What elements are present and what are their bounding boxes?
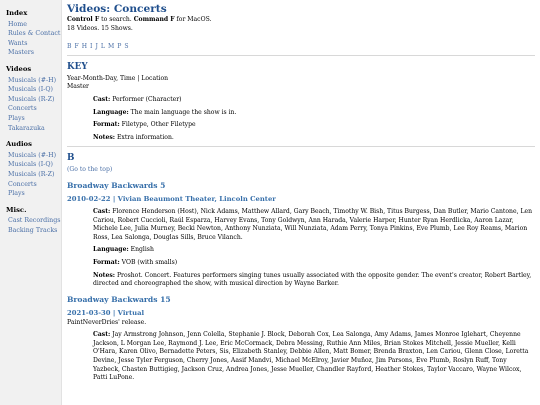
sidebar-heading-audios: Audios — [6, 140, 32, 149]
key-language-label: Language: — [93, 108, 129, 116]
search-hint-text-1: to search. — [99, 16, 134, 23]
key-cast: Cast: Performer (Character) — [93, 96, 535, 105]
alpha-link-p[interactable]: P — [117, 43, 121, 50]
key-cast-value: Performer (Character) — [110, 95, 182, 103]
alpha-link-h[interactable]: H — [82, 43, 87, 50]
entry-cast-label: Cast: — [93, 207, 111, 215]
entry-format-label: Format: — [93, 258, 120, 266]
sidebar-item-cast-recordings[interactable]: Cast Recordings — [6, 216, 61, 226]
sidebar-item-video-musicals-r-z[interactable]: Musicals (R-Z) — [6, 95, 61, 105]
entry-master: PaintNeverDries' release. — [67, 318, 147, 326]
entry-heading: 2021-03-30 | Virtual — [67, 308, 145, 317]
entry-notes-value: Proshot. Concert. Features performers si… — [93, 271, 532, 288]
page-counts: 18 Videos. 15 Shows. — [67, 24, 133, 32]
main-content: Videos: Concerts Control F to search. Co… — [67, 0, 535, 405]
search-hint: Control F to search. Command F for MacOS… — [67, 16, 535, 25]
sidebar-item-video-takarazuka[interactable]: Takarazuka — [6, 124, 61, 134]
key-line-master: Master — [67, 83, 89, 91]
key-format-value: Filetype, Other Filetype — [119, 121, 196, 129]
entry-fields: Cast: Florence Henderson (Host), Nick Ad… — [67, 208, 535, 289]
alpha-link-l[interactable]: L — [101, 43, 105, 50]
sidebar-item-video-musicals-a-h[interactable]: Musicals (#-H) — [6, 76, 61, 86]
key-cast-label: Cast: — [93, 95, 111, 103]
search-hint-text-2: for MacOS. — [174, 16, 212, 23]
key-notes-label: Notes: — [93, 133, 116, 141]
alphabet-nav: BFHIJLMPS — [67, 43, 535, 52]
key-format: Format: Filetype, Other Filetype — [93, 121, 535, 130]
sidebar-heading-misc: Misc. — [6, 205, 27, 214]
sidebar-item-wants[interactable]: Wants — [6, 39, 61, 49]
page-title: Videos: Concerts — [67, 3, 167, 15]
alpha-link-f[interactable]: F — [74, 43, 78, 50]
entry-format-value: VOB (with smalls) — [119, 258, 178, 266]
sidebar-group-index: Index Home Rules & Contact Wants Masters — [6, 9, 61, 58]
sidebar: Index Home Rules & Contact Wants Masters… — [0, 0, 62, 405]
sidebar-item-audio-musicals-r-z[interactable]: Musicals (R-Z) — [6, 170, 61, 180]
sidebar-heading-index: Index — [6, 9, 28, 17]
key-format-label: Format: — [93, 121, 120, 129]
sidebar-heading-videos: Videos — [6, 64, 32, 73]
entry-cast-label: Cast: — [93, 331, 111, 339]
sidebar-group-misc: Misc. Cast Recordings Backing Tracks — [6, 206, 61, 236]
key-line-date-location: Year-Month-Day, Time | Location — [67, 74, 169, 82]
sidebar-item-audio-musicals-i-q[interactable]: Musicals (I-Q) — [6, 160, 61, 170]
entry-notes: Notes: Proshot. Concert. Features perfor… — [93, 272, 535, 289]
show-title: Broadway Backwards 5 — [67, 180, 166, 190]
divider — [67, 54, 535, 56]
alpha-link-m[interactable]: M — [108, 43, 114, 50]
key-notes: Notes: Extra information. — [93, 134, 535, 143]
sidebar-item-video-plays[interactable]: Plays — [6, 114, 61, 124]
sidebar-item-audio-plays[interactable]: Plays — [6, 189, 61, 199]
sidebar-item-home[interactable]: Home — [6, 20, 61, 30]
alpha-link-b[interactable]: B — [67, 43, 71, 50]
entry-cast-value: Florence Henderson (Host), Nick Adams, M… — [93, 207, 533, 241]
sidebar-item-video-musicals-i-q[interactable]: Musicals (I-Q) — [6, 85, 61, 95]
sidebar-item-video-concerts[interactable]: Concerts — [6, 104, 61, 114]
key-language-value: The main language the show is in. — [128, 108, 237, 116]
divider — [67, 146, 535, 148]
entry-notes-label: Notes: — [93, 271, 116, 279]
key-heading: KEY — [67, 61, 88, 72]
entry-language-value: English — [128, 246, 154, 254]
sidebar-group-audios: Audios Musicals (#-H) Musicals (I-Q) Mus… — [6, 140, 61, 199]
sidebar-item-backing-tracks[interactable]: Backing Tracks — [6, 226, 61, 236]
app-window: Index Home Rules & Contact Wants Masters… — [0, 0, 540, 405]
sidebar-group-videos: Videos Musicals (#-H) Musicals (I-Q) Mus… — [6, 65, 61, 133]
show-title: Broadway Backwards 15 — [67, 294, 171, 304]
sidebar-item-rules-contact[interactable]: Rules & Contact — [6, 29, 61, 39]
entry-format: Format: VOB (with smalls) — [93, 259, 535, 268]
search-hint-key-ctrl: Control F — [67, 16, 100, 23]
section-heading-b: B — [67, 153, 75, 164]
entry-language-label: Language: — [93, 246, 129, 254]
key-notes-value: Extra information. — [115, 133, 174, 141]
entry-heading: 2010-02-22 | Vivian Beaumont Theater, Li… — [67, 194, 276, 203]
entry-cast-value: Jay Armstrong Johnson, Jenn Colella, Ste… — [93, 331, 529, 382]
alpha-link-s[interactable]: S — [124, 43, 128, 50]
entry-cast: Cast: Jay Armstrong Johnson, Jenn Colell… — [93, 331, 535, 383]
key-fields: Cast: Performer (Character) Language: Th… — [67, 96, 535, 142]
entry-fields: Cast: Jay Armstrong Johnson, Jenn Colell… — [67, 331, 535, 383]
sidebar-item-masters[interactable]: Masters — [6, 48, 61, 58]
search-hint-key-cmd: Command F — [133, 16, 175, 23]
entry-language: Language: English — [93, 246, 535, 255]
alpha-link-i[interactable]: I — [90, 43, 92, 50]
alpha-link-j[interactable]: J — [95, 43, 97, 50]
sidebar-item-audio-musicals-a-h[interactable]: Musicals (#-H) — [6, 151, 61, 161]
go-to-top-link[interactable]: (Go to the top) — [67, 166, 112, 173]
sidebar-item-audio-concerts[interactable]: Concerts — [6, 180, 61, 190]
key-language: Language: The main language the show is … — [93, 109, 535, 118]
entry-cast: Cast: Florence Henderson (Host), Nick Ad… — [93, 208, 535, 242]
